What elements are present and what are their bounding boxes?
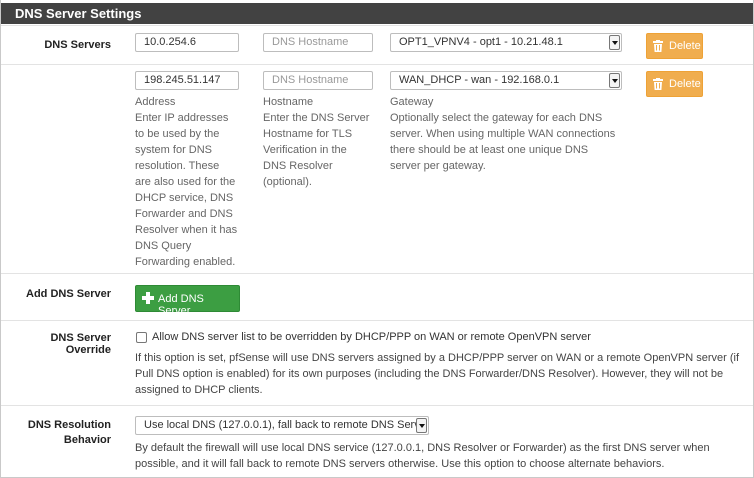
trash-icon	[653, 40, 663, 52]
address-help-title: Address	[135, 96, 176, 108]
help-line: are also used for the	[135, 176, 236, 188]
dns-hostname-input-2[interactable]: DNS Hostname	[263, 71, 373, 90]
dns-server-settings-panel: DNS Server Settings DNS Servers 10.0.254…	[0, 0, 754, 478]
help-line: DNS Resolver	[263, 160, 333, 172]
trash-icon	[653, 78, 663, 90]
dns-server-override-label: DNS Server Override	[50, 332, 111, 356]
dns-resolution-behavior-row: DNS Resolution Behavior Use local DNS (1…	[1, 405, 753, 478]
help-line: resolution. These	[135, 160, 220, 172]
add-dns-server-button[interactable]: Add DNS Server	[135, 285, 240, 317]
delete-button-label: Delete	[669, 40, 701, 52]
dns-resolution-behavior-label: DNS Resolution Behavior	[11, 418, 111, 448]
add-dns-server-button-label: Add DNS Server	[158, 293, 204, 317]
gateway-select-2-value: WAN_DHCP - wan - 192.168.0.1	[399, 74, 560, 86]
hostname-help: Hostname Enter the DNS Server Hostname f…	[263, 94, 383, 190]
help-line: Forwarder and DNS	[135, 208, 233, 220]
help-line: Enter the DNS Server	[263, 112, 370, 124]
help-line: DHCP service, DNS	[135, 192, 234, 204]
dns-servers-label: DNS Servers	[44, 39, 111, 51]
dns-resolution-select[interactable]: Use local DNS (127.0.0.1), fall back to …	[135, 416, 429, 435]
help-line: there should be at least one unique DNS	[390, 144, 589, 156]
help-line: Optionally select the gateway for each D…	[390, 112, 603, 124]
help-line: Hostname for TLS	[263, 128, 353, 140]
dns-address-input-2[interactable]: 198.245.51.147	[135, 71, 239, 90]
add-dns-server-label: Add DNS Server	[26, 288, 111, 300]
help-line: server. When using multiple WAN connecti…	[390, 128, 616, 140]
gateway-select-2[interactable]: WAN_DHCP - wan - 192.168.0.1	[390, 71, 622, 90]
plus-icon	[141, 291, 155, 305]
delete-button-2[interactable]: Delete	[646, 71, 703, 97]
panel-title: DNS Server Settings	[1, 3, 753, 24]
help-line: (optional).	[263, 176, 312, 188]
help-line: to be used by the	[135, 128, 220, 140]
gateway-help-title: Gateway	[390, 96, 434, 108]
dns-hostname-input-1[interactable]: DNS Hostname	[263, 33, 373, 52]
gateway-select-1-value: OPT1_VPNV4 - opt1 - 10.21.48.1	[399, 36, 563, 48]
help-line: Resolver when it has	[135, 224, 238, 236]
delete-button-label: Delete	[669, 78, 701, 90]
dns-server-row-2: 198.245.51.147 DNS Hostname WAN_DHCP - w…	[1, 64, 753, 273]
dns-address-input-1[interactable]: 10.0.254.6	[135, 33, 239, 52]
dns-resolution-select-value: Use local DNS (127.0.0.1), fall back to …	[144, 419, 420, 431]
label-line: Behavior	[63, 434, 111, 446]
dns-override-checkbox[interactable]	[136, 332, 147, 343]
help-line: system for DNS	[135, 144, 213, 156]
hostname-help-title: Hostname	[263, 96, 314, 108]
help-line: Verification in the	[263, 144, 347, 156]
override-help: If this option is set, pfSense will use …	[135, 350, 750, 398]
chevron-down-icon	[416, 418, 427, 433]
help-line: server per gateway.	[390, 160, 486, 172]
delete-button-1[interactable]: Delete	[646, 33, 703, 59]
dns-server-row-1: DNS Servers 10.0.254.6 DNS Hostname OPT1…	[1, 25, 753, 64]
dns-override-checkbox-label[interactable]: Allow DNS server list to be overridden b…	[152, 331, 591, 343]
chevron-down-icon	[609, 73, 620, 88]
help-line: possible, and it will fall back to remot…	[135, 458, 665, 470]
help-line: By default the firewall will use local D…	[135, 442, 710, 454]
help-line: Pull DNS option is enabled) for its own …	[135, 368, 724, 380]
add-dns-server-row: Add DNS Server	[1, 273, 753, 320]
help-line: Enter IP addresses	[135, 112, 229, 124]
help-line: assigned to DHCP clients.	[135, 384, 263, 396]
help-line: If this option is set, pfSense will use …	[135, 352, 740, 364]
gateway-select-1[interactable]: OPT1_VPNV4 - opt1 - 10.21.48.1	[390, 33, 622, 52]
resolution-help: By default the firewall will use local D…	[135, 440, 750, 472]
label-line: DNS Resolution	[27, 419, 111, 431]
chevron-down-icon	[609, 35, 620, 50]
address-help: Address Enter IP addresses to be used by…	[135, 94, 255, 270]
help-line: Forwarding enabled.	[135, 256, 236, 268]
help-line: DNS Query	[135, 240, 192, 252]
gateway-help: Gateway Optionally select the gateway fo…	[390, 94, 635, 174]
